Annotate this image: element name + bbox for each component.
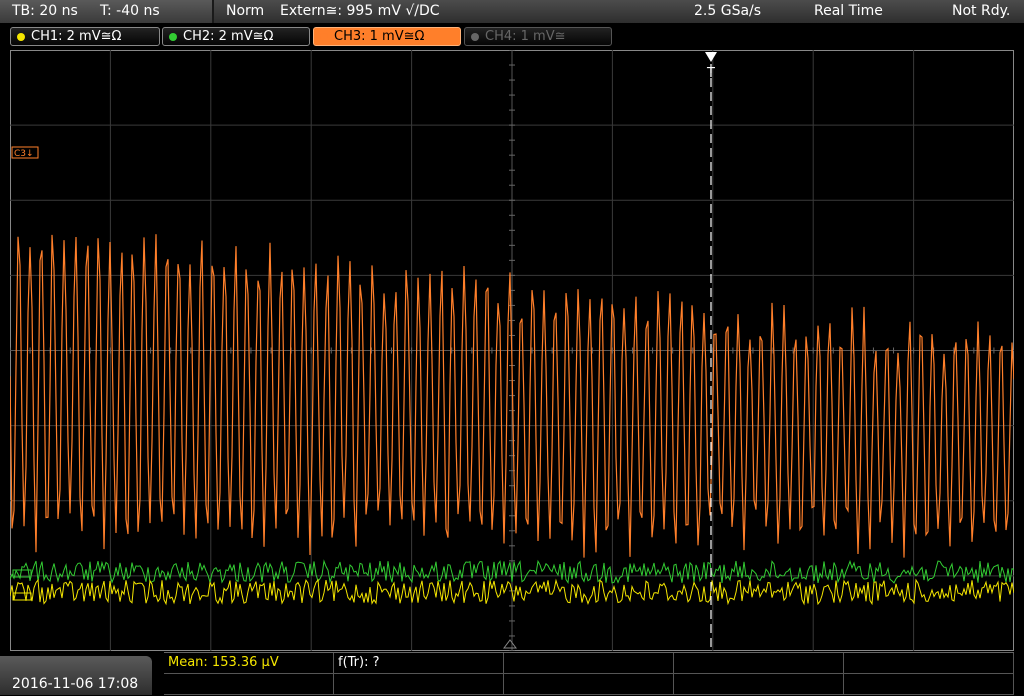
channel-bar: CH1: 2 mV≅Ω CH2: 2 mV≅Ω CH3: 1 mV≅Ω CH4:…	[0, 26, 1024, 48]
measurement-cell-7[interactable]	[334, 674, 504, 695]
trigger-level-arrow-icon	[503, 639, 517, 649]
channel-2-indicator-icon	[169, 33, 177, 41]
trigger-source-label: Extern≅: 995 mV √/DC	[280, 3, 440, 19]
trigger-offset-label: T: -40 ns	[100, 3, 160, 19]
measurement-panel[interactable]: Mean: 153.36 µV f(Tr): ?	[164, 652, 1014, 696]
ch3-offset-marker: C3↓	[14, 149, 34, 159]
measurement-cell-10[interactable]	[844, 674, 1014, 695]
channel-3-button[interactable]: CH3: 1 mV≅Ω	[313, 27, 461, 46]
measurement-cell-mean[interactable]: Mean: 153.36 µV	[164, 653, 334, 674]
timebase-box[interactable]: TB: 20 ns T: -40 ns	[0, 0, 214, 23]
measurement-cell-4[interactable]	[674, 653, 844, 674]
measurement-cell-5[interactable]	[844, 653, 1014, 674]
channel-1-label: CH1: 2 mV≅Ω	[31, 29, 122, 44]
acquisition-status[interactable]: Norm Extern≅: 995 mV √/DC 2.5 GSa/s Real…	[214, 0, 1024, 23]
measurement-cell-8[interactable]	[504, 674, 674, 695]
measurement-cell-3[interactable]	[504, 653, 674, 674]
waveform-display[interactable]: T C3↓	[10, 50, 1014, 651]
mean-measurement: Mean: 153.36 µV	[168, 655, 279, 670]
status-bar: TB: 20 ns T: -40 ns Norm Extern≅: 995 mV…	[0, 0, 1024, 24]
channel-3-label: CH3: 1 mV≅Ω	[334, 29, 425, 44]
datetime-label: 2016-11-06 17:08	[12, 676, 139, 692]
channel-2-button[interactable]: CH2: 2 mV≅Ω	[162, 27, 310, 46]
run-state-label: Not Rdy.	[952, 3, 1011, 19]
channel-2-label: CH2: 2 mV≅Ω	[183, 29, 274, 44]
trigger-arrow-icon[interactable]	[705, 52, 717, 62]
trigger-marker-label: T	[706, 66, 715, 81]
frequency-measurement: f(Tr): ?	[338, 655, 380, 670]
measurement-cell-6[interactable]	[164, 674, 334, 695]
measurement-cell-9[interactable]	[674, 674, 844, 695]
channel-1-button[interactable]: CH1: 2 mV≅Ω	[10, 27, 160, 46]
datetime-box: 2016-11-06 17:08	[0, 656, 152, 695]
measurement-cell-freq[interactable]: f(Tr): ?	[334, 653, 504, 674]
acquisition-mode-label: Real Time	[814, 3, 883, 19]
channel-4-button[interactable]: CH4: 1 mV≅	[464, 27, 612, 46]
channel-4-label: CH4: 1 mV≅	[485, 29, 566, 44]
channel-4-indicator-icon	[471, 33, 479, 41]
timebase-label: TB: 20 ns	[12, 3, 78, 19]
waveform-canvas: T C3↓	[10, 50, 1014, 651]
bottom-bar: 2016-11-06 17:08 Mean: 153.36 µV f(Tr): …	[0, 652, 1024, 695]
trigger-mode-label: Norm	[226, 3, 265, 19]
sample-rate-label: 2.5 GSa/s	[694, 3, 762, 19]
channel-3-indicator-icon	[320, 33, 328, 41]
channel-1-indicator-icon	[17, 33, 25, 41]
